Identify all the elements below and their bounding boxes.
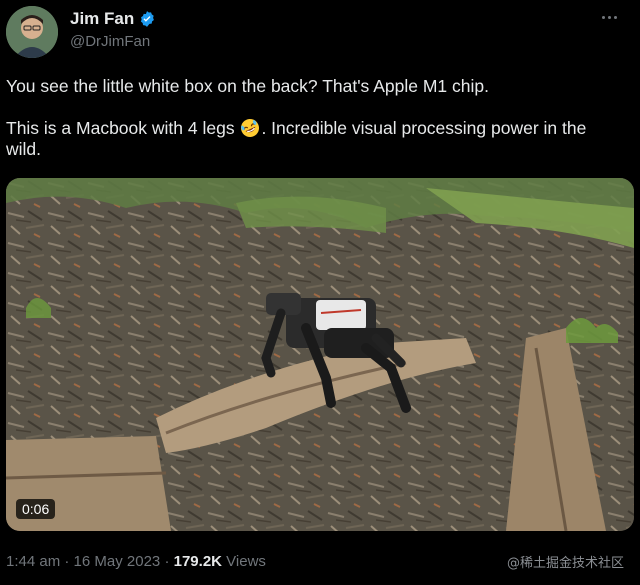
tweet-text-line2: This is a Macbook with 4 legs . Incredib… <box>6 118 626 160</box>
tweet-text-before-emoji: This is a Macbook with 4 legs <box>6 118 240 138</box>
tweet-time[interactable]: 1:44 am <box>6 553 60 570</box>
views-label: Views <box>226 553 266 570</box>
avatar[interactable] <box>6 6 58 58</box>
tweet-video[interactable]: 0:06 <box>6 178 634 531</box>
verified-badge-icon <box>138 10 156 28</box>
watermark-text: @稀土掘金技术社区 <box>506 556 624 571</box>
author-handle[interactable]: @DrJimFan <box>70 33 150 50</box>
tweet-date[interactable]: 16 May 2023 <box>74 553 161 570</box>
more-options-icon[interactable] <box>602 12 624 22</box>
meta-separator: · <box>64 553 70 570</box>
author-display-name[interactable]: Jim Fan <box>70 9 134 29</box>
tweet-text: You see the little white box on the back… <box>6 76 626 181</box>
video-frame <box>6 178 634 531</box>
tweet-text-line1: You see the little white box on the back… <box>6 76 489 96</box>
tweet-card: Jim Fan @DrJimFan You see the little whi… <box>0 0 640 585</box>
tweet-meta: 1:44 am · 16 May 2023 · 179.2K Views <box>6 553 266 570</box>
video-duration-badge: 0:06 <box>16 499 56 519</box>
meta-separator: · <box>164 553 170 570</box>
rolling-laughing-emoji-icon <box>240 118 260 138</box>
views-count[interactable]: 179.2K <box>174 553 222 570</box>
avatar-image <box>6 6 58 58</box>
author-name-row[interactable]: Jim Fan <box>70 9 156 29</box>
